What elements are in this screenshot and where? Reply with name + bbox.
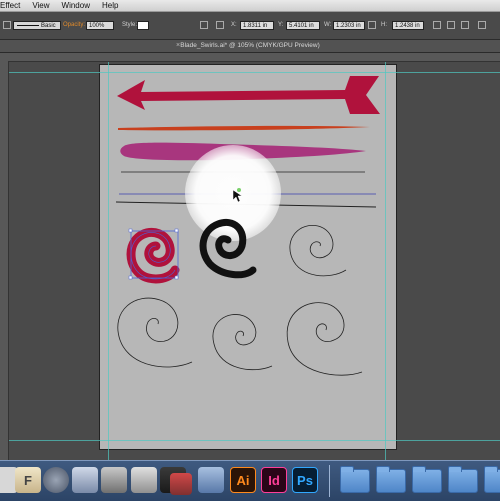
dock-folder-5[interactable] (484, 466, 500, 493)
illustrator-app-icon[interactable]: Ai (230, 467, 256, 493)
dock-folder-3[interactable] (412, 466, 442, 493)
messages-icon[interactable] (170, 473, 192, 495)
photoshop-app-icon[interactable]: Ps (292, 467, 318, 493)
dock-separator (329, 465, 330, 497)
launchpad-icon[interactable] (43, 467, 69, 493)
mail-icon[interactable] (72, 467, 98, 493)
dock-folder-2[interactable] (376, 466, 406, 493)
cursor-dot (237, 188, 241, 192)
thin-spiral-3[interactable] (212, 314, 273, 371)
pointer-cursor-icon (232, 189, 243, 203)
thin-spiral-2[interactable] (117, 297, 193, 368)
red-spiral-selected[interactable] (126, 228, 180, 284)
system-preferences-icon[interactable] (198, 467, 224, 493)
thin-spiral-4[interactable] (286, 302, 363, 376)
photoshop-label: Ps (297, 472, 313, 488)
illustrator-label: Ai (236, 472, 250, 488)
dock-folder-1[interactable] (340, 466, 370, 493)
preview-icon[interactable] (131, 467, 157, 493)
dock: F Ai Id Ps (0, 460, 500, 501)
artwork-layer-front (117, 188, 363, 376)
dock-folder-4[interactable] (448, 466, 478, 493)
finder-icon[interactable]: F (15, 467, 41, 493)
indesign-app-icon[interactable]: Id (261, 467, 287, 493)
thin-spiral-1[interactable] (289, 225, 347, 277)
photobooth-icon[interactable] (101, 467, 127, 493)
black-bold-spiral[interactable] (199, 219, 257, 279)
indesign-label: Id (268, 472, 280, 488)
